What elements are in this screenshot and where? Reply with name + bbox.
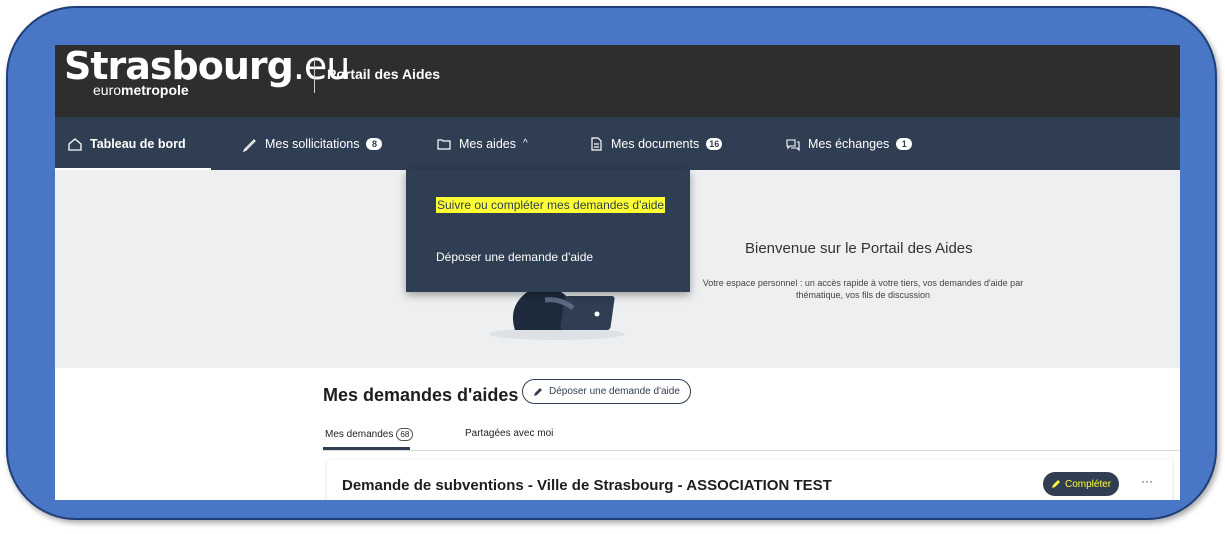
logo-sub-prefix: euro [93,82,122,98]
mes-aides-dropdown-menu: Suivre ou compléter mes demandes d'aide … [406,170,690,292]
nav-label: Mes échanges [808,136,890,151]
home-icon [68,137,82,151]
browser-viewport: Strasbourg.eu eurometropole Portail des … [55,45,1180,500]
logo-sub-bold: metropole [121,82,189,98]
brand-separator [314,57,315,93]
nav-tableau-de-bord[interactable]: Tableau de bord [67,117,186,170]
more-options-icon[interactable]: ··· [1141,474,1153,488]
count-badge: 8 [366,137,383,150]
brand-header: Strasbourg.eu eurometropole Portail des … [55,45,1180,117]
document-icon [591,136,602,151]
nav-label: Mes documents [611,136,700,151]
pencil-icon [1052,480,1060,488]
portal-title: Portail des Aides [327,66,441,82]
main-navigation: Tableau de bord Mes sollicitations 8 Mes… [55,117,1180,171]
welcome-description: Votre espace personnel : un accès rapide… [702,278,1024,300]
tabs-divider [323,450,1180,451]
logo-subtitle: eurometropole [93,82,189,98]
section-title: Mes demandes d'aides [323,385,519,405]
button-label: Déposer une demande d'aide [549,386,680,397]
chat-icon [786,138,800,151]
tab-label: Mes demandes [325,429,394,440]
complete-button[interactable]: Compléter [1043,472,1120,496]
button-label: Compléter [1065,478,1112,490]
welcome-title: Bienvenue sur le Portail des Aides [745,240,973,257]
deposer-demande-button[interactable]: Déposer une demande d'aide [522,379,691,404]
folder-icon [437,138,451,150]
nav-mes-documents[interactable]: Mes documents 16 [588,117,723,170]
nav-label: Tableau de bord [90,136,186,151]
menu-item-suivre-demandes[interactable]: Suivre ou compléter mes demandes d'aide [436,197,666,213]
pencil-icon [534,387,542,396]
menu-item-deposer-demande[interactable]: Déposer une demande d'aide [436,250,593,264]
tab-mes-demandes[interactable]: Mes demandes 68 [325,428,414,441]
count-badge: 1 [896,137,913,150]
nav-label: Mes aides [459,136,516,151]
pen-icon [242,138,256,152]
tab-partagees-avec-moi[interactable]: Partagées avec moi [465,428,553,439]
count-badge: 16 [706,137,723,150]
chevron-up-icon: ^ [522,138,528,149]
nav-mes-echanges[interactable]: Mes échanges 1 [785,117,913,170]
nav-mes-sollicitations[interactable]: Mes sollicitations 8 [242,117,383,170]
nav-mes-aides[interactable]: Mes aides ^ [436,117,528,170]
count-badge: 68 [396,428,414,441]
request-title: Demande de subventions - Ville de Strasb… [342,477,832,494]
nav-label: Mes sollicitations [265,136,360,151]
request-card: Demande de subventions - Ville de Strasb… [327,460,1172,500]
